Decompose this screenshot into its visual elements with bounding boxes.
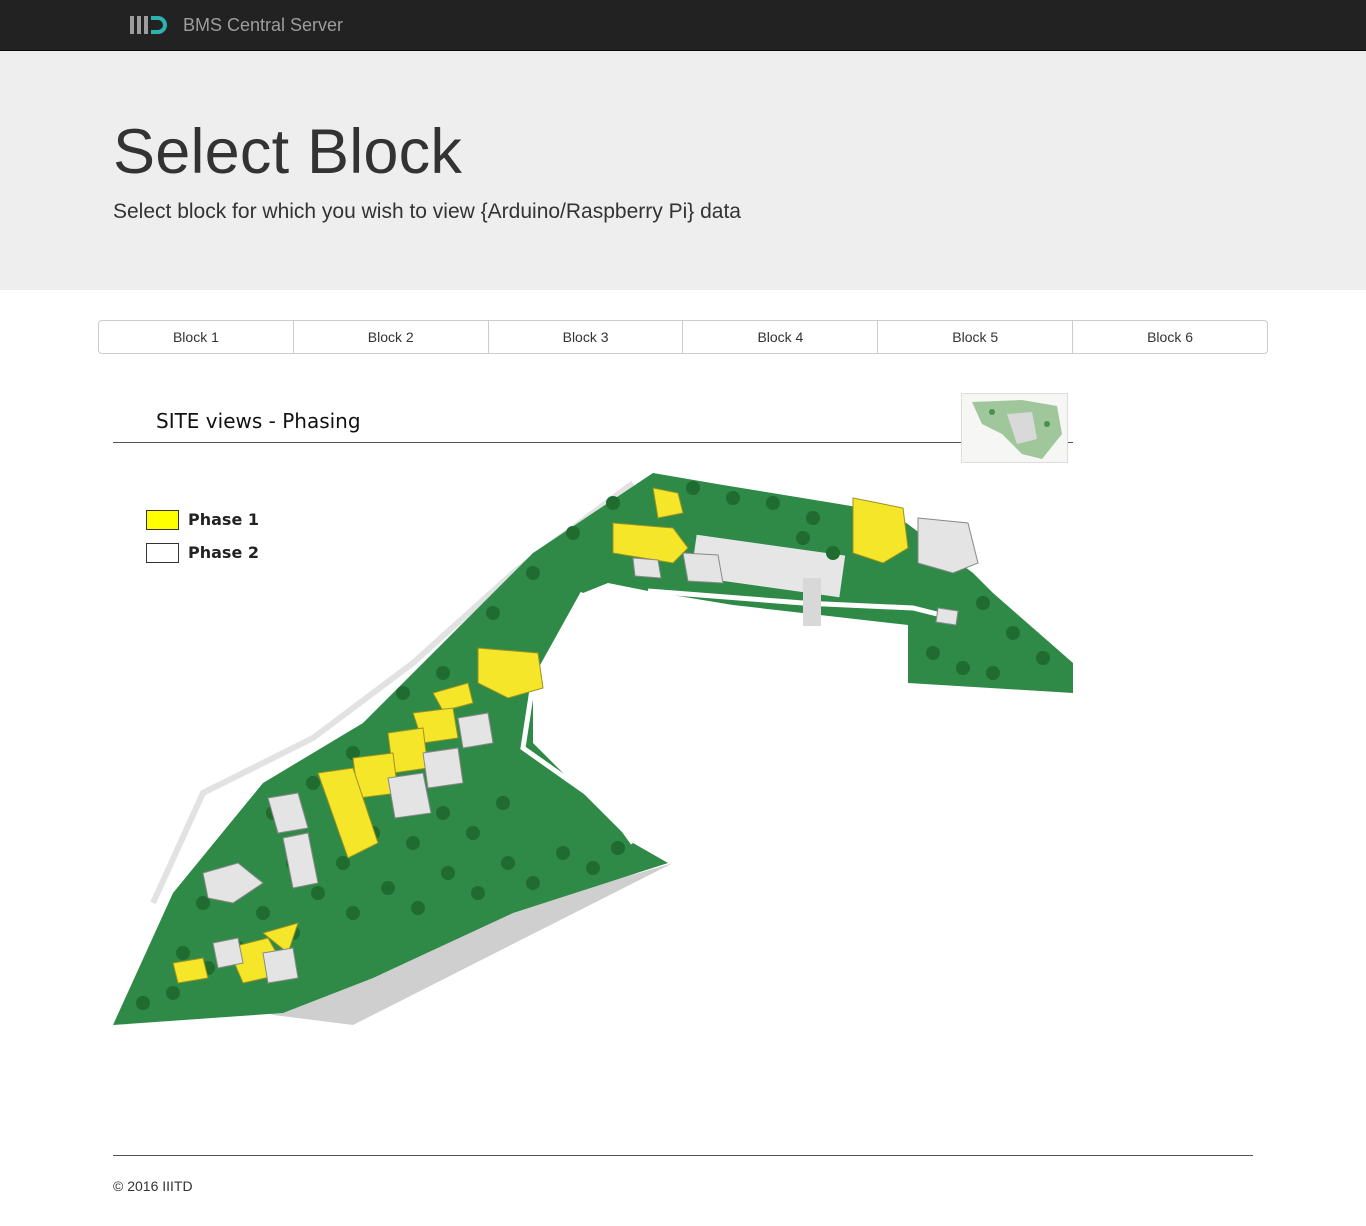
site-map-image: SITE views - Phasing Phase 1 Phase 2 [113, 393, 1073, 1033]
block-3-button[interactable]: Block 3 [487, 320, 684, 354]
phase-2-swatch [146, 542, 179, 563]
page-header: Select Block Select block for which you … [0, 51, 1366, 290]
brand-link[interactable]: BMS Central Server [130, 13, 343, 37]
site-map-title: SITE views - Phasing [156, 409, 361, 433]
phase-2-label: Phase 2 [188, 543, 259, 562]
phase-1-label: Phase 1 [188, 510, 259, 529]
block-selector: Block 1 Block 2 Block 3 Block 4 Block 5 … [98, 320, 1268, 354]
block-4-button[interactable]: Block 4 [682, 320, 879, 354]
phase-1-swatch [146, 509, 179, 530]
legend-item-phase-2: Phase 2 [146, 536, 259, 569]
footer-divider [113, 1155, 1253, 1156]
site-map-divider [113, 442, 1073, 443]
phase-legend: Phase 1 Phase 2 [146, 503, 259, 569]
page-title: Select Block [113, 117, 463, 187]
page-subtitle: Select block for which you wish to view … [113, 200, 741, 223]
site-map-illustration [113, 473, 1073, 1025]
footer-copyright: © 2016 IIITD [113, 1178, 193, 1194]
block-6-button[interactable]: Block 6 [1072, 320, 1268, 354]
iiitd-logo-icon [130, 16, 167, 34]
block-2-button[interactable]: Block 2 [292, 320, 489, 354]
site-thumbnail [961, 393, 1068, 463]
block-1-button[interactable]: Block 1 [98, 320, 294, 354]
brand-title: BMS Central Server [183, 15, 344, 35]
navbar: BMS Central Server [0, 0, 1366, 51]
legend-item-phase-1: Phase 1 [146, 503, 259, 536]
block-5-button[interactable]: Block 5 [877, 320, 1074, 354]
site-thumbnail-map [972, 400, 1062, 459]
